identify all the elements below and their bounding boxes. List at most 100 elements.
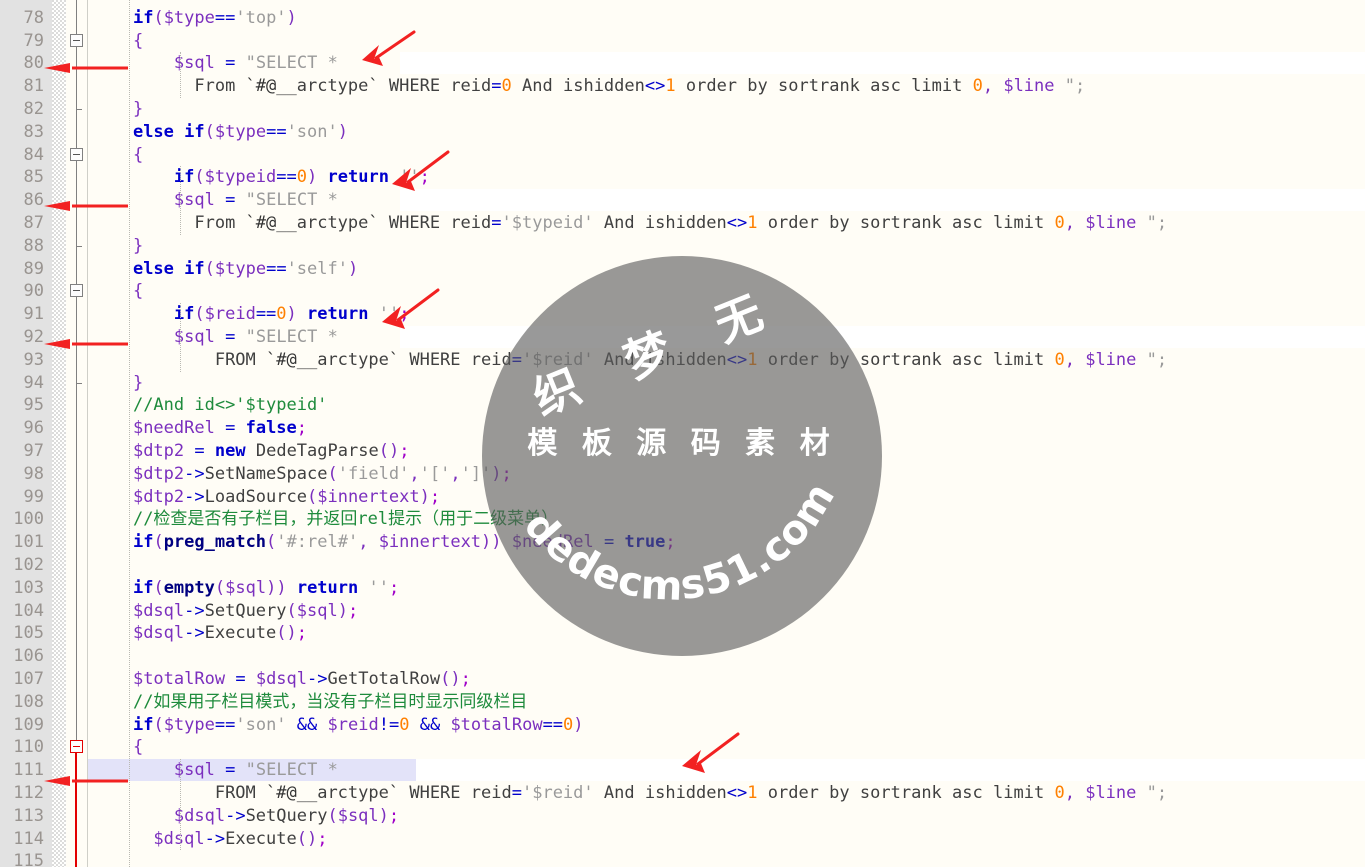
code-line[interactable]: 98 $dtp2->SetNameSpace('field','[',']'); [0, 463, 1365, 485]
code-line[interactable]: 89 else if($type=='self') [0, 258, 1365, 280]
code-line[interactable]: 113 $dsql->SetQuery($sql); [0, 805, 1365, 827]
code-line[interactable]: 77 [0, 0, 1365, 6]
line-number: 92 [23, 327, 44, 347]
line-content[interactable]: } [92, 98, 143, 120]
line-content[interactable]: $dsql->SetQuery($sql); [92, 805, 399, 827]
code-line[interactable]: 78 if($type=='top') [0, 7, 1365, 29]
line-content[interactable]: { [92, 30, 143, 52]
code-line[interactable]: 97 $dtp2 = new DedeTagParse(); [0, 440, 1365, 462]
string-continuation-highlight [400, 189, 1365, 212]
code-line[interactable]: 107 $totalRow = $dsql->GetTotalRow(); [0, 668, 1365, 690]
line-content[interactable]: $dsql->Execute(); [92, 622, 307, 644]
line-content[interactable]: //检查是否有子栏目，并返回rel提示（用于二级菜单） [92, 508, 558, 530]
code-line[interactable]: 91 if($reid==0) return ''; [0, 303, 1365, 325]
code-line[interactable]: 95 //And id<>'$typeid' [0, 394, 1365, 416]
line-content[interactable]: } [92, 372, 143, 394]
fold-region-line [75, 753, 77, 867]
line-number: 106 [13, 646, 44, 667]
line-content[interactable]: else if($type=='son') [92, 121, 348, 143]
line-number: 88 [23, 235, 44, 256]
fold-toggle-icon[interactable] [70, 33, 83, 47]
line-number: 105 [13, 623, 44, 644]
line-content[interactable]: else if($type=='self') [92, 258, 358, 280]
line-content[interactable]: if($type=='son' && $reid!=0 && $totalRow… [92, 714, 584, 736]
line-number: 81 [23, 76, 44, 97]
code-line[interactable]: 100 //检查是否有子栏目，并返回rel提示（用于二级菜单） [0, 508, 1365, 530]
line-number: 79 [23, 30, 44, 51]
line-number: 93 [23, 349, 44, 370]
line-number: 85 [23, 167, 44, 188]
line-content[interactable]: { [92, 144, 143, 166]
code-line[interactable]: 87 From `#@__arctype` WHERE reid='$typei… [0, 212, 1365, 234]
line-number: 114 [13, 828, 44, 849]
code-line[interactable]: 103 if(empty($sql)) return ''; [0, 577, 1365, 599]
fold-toggle-icon[interactable] [70, 740, 83, 754]
line-number: 115 [13, 851, 44, 867]
line-number: 95 [23, 395, 44, 416]
fold-toggle-icon[interactable] [70, 147, 83, 161]
line-number: 104 [13, 600, 44, 621]
line-number: 96 [23, 418, 44, 439]
line-content[interactable]: //And id<>'$typeid' [92, 394, 327, 416]
line-content[interactable]: } [92, 235, 143, 257]
code-line[interactable]: 83 else if($type=='son') [0, 121, 1365, 143]
code-line[interactable]: 101 if(preg_match('#:rel#', $innertext))… [0, 531, 1365, 553]
line-number: 103 [13, 577, 44, 598]
code-line[interactable]: 106 [0, 645, 1365, 667]
code-line[interactable]: 84 { [0, 144, 1365, 166]
line-content[interactable]: $dtp2 = new DedeTagParse(); [92, 440, 409, 462]
line-number: 109 [13, 714, 44, 735]
line-number: 80 [23, 53, 44, 74]
line-content[interactable]: FROM `#@__arctype` WHERE reid='$reid' An… [92, 349, 1167, 371]
line-content[interactable]: $totalRow = $dsql->GetTotalRow(); [92, 668, 471, 690]
line-content[interactable]: if($reid==0) return ''; [92, 303, 410, 325]
line-content[interactable]: $dsql->SetQuery($sql); [92, 600, 358, 622]
code-line[interactable]: 112 FROM `#@__arctype` WHERE reid='$reid… [0, 782, 1365, 804]
line-number: 102 [13, 555, 44, 575]
line-number: 94 [23, 372, 44, 393]
code-line[interactable]: 88 } [0, 235, 1365, 257]
code-line[interactable]: 94 } [0, 372, 1365, 394]
line-number: 87 [23, 213, 44, 233]
line-number: 98 [23, 463, 44, 484]
indent-guide [180, 52, 181, 98]
code-line[interactable]: 93 FROM `#@__arctype` WHERE reid='$reid'… [0, 349, 1365, 371]
code-line[interactable]: 104 $dsql->SetQuery($sql); [0, 600, 1365, 622]
line-number: 91 [23, 304, 44, 325]
line-content[interactable]: if(empty($sql)) return ''; [92, 577, 399, 599]
line-content[interactable]: From `#@__arctype` WHERE reid='$typeid' … [92, 212, 1167, 234]
string-continuation-highlight [400, 52, 1365, 75]
line-number: 77 [0, 0, 44, 6]
line-content[interactable]: $needRel = false; [92, 417, 307, 439]
code-line[interactable]: 110 { [0, 736, 1365, 758]
code-line[interactable]: 81 From `#@__arctype` WHERE reid=0 And i… [0, 75, 1365, 97]
code-line[interactable]: 90 { [0, 280, 1365, 302]
code-line[interactable]: 109 if($type=='son' && $reid!=0 && $tota… [0, 714, 1365, 736]
line-number: 97 [23, 441, 44, 461]
line-content[interactable]: if($type=='top') [92, 7, 297, 29]
line-content[interactable]: { [92, 736, 143, 758]
code-line[interactable]: 85 if($typeid==0) return ''; [0, 166, 1365, 188]
line-content[interactable]: { [92, 280, 143, 302]
line-content[interactable]: //如果用子栏目模式，当没有子栏目时显示同级栏目 [92, 691, 527, 713]
code-line[interactable]: 96 $needRel = false; [0, 417, 1365, 439]
code-line[interactable]: 79 { [0, 30, 1365, 52]
line-content[interactable]: if($typeid==0) return ''; [92, 166, 430, 188]
code-line[interactable]: 115 [0, 850, 1365, 867]
code-line[interactable]: 108 //如果用子栏目模式，当没有子栏目时显示同级栏目 [0, 691, 1365, 713]
indent-guide [180, 759, 181, 851]
code-line[interactable]: 82 } [0, 98, 1365, 120]
line-number: 111 [13, 760, 44, 781]
code-line[interactable]: 99 $dtp2->LoadSource($innertext); [0, 486, 1365, 508]
line-content[interactable]: FROM `#@__arctype` WHERE reid='$reid' An… [92, 782, 1167, 804]
code-line[interactable]: 105 $dsql->Execute(); [0, 622, 1365, 644]
line-content[interactable]: $dsql->Execute(); [92, 828, 327, 850]
line-content[interactable]: From `#@__arctype` WHERE reid=0 And ishi… [92, 75, 1085, 97]
line-content[interactable]: $dtp2->SetNameSpace('field','[',']'); [92, 463, 512, 485]
code-line[interactable]: 102 [0, 554, 1365, 576]
fold-toggle-icon[interactable] [70, 284, 83, 298]
line-content[interactable]: $dtp2->LoadSource($innertext); [92, 486, 440, 508]
line-content[interactable]: if(preg_match('#:rel#', $innertext)) $ne… [92, 531, 676, 553]
code-line[interactable]: 114 $dsql->Execute(); [0, 828, 1365, 850]
code-editor[interactable]: 7778 if($type=='top')79 {80 $sql = "SELE… [0, 0, 1365, 867]
